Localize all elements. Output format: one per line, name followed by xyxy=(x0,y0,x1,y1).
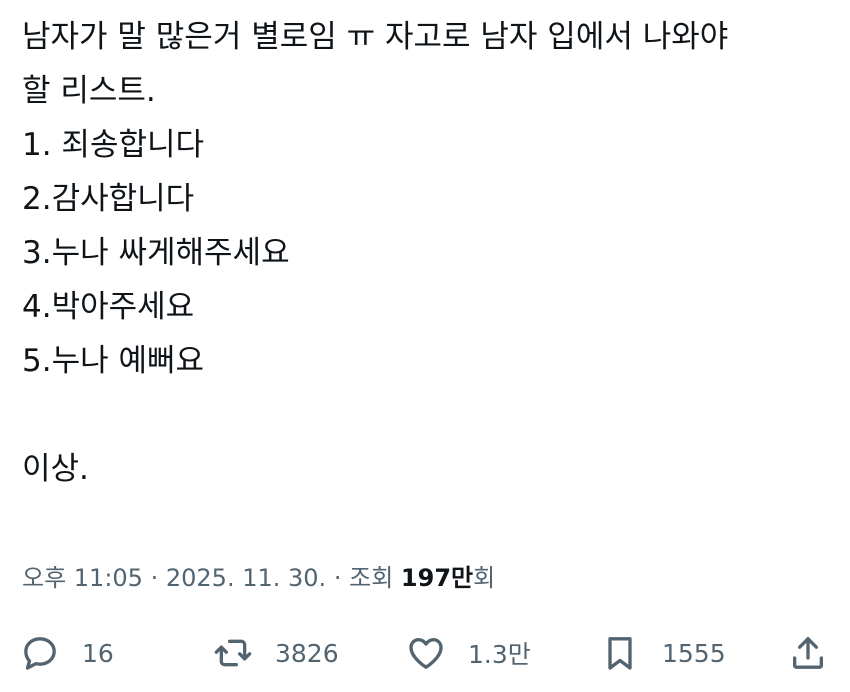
share-button[interactable] xyxy=(788,626,828,680)
tweet-line: 이상. xyxy=(22,451,89,487)
heart-icon xyxy=(406,633,446,673)
bookmark-button[interactable]: 1555 xyxy=(600,626,726,680)
tweet-line: 5.누나 예뻐요 xyxy=(22,343,205,379)
views-count: 197만 xyxy=(400,564,474,592)
bookmark-icon xyxy=(600,633,640,673)
reply-button[interactable]: 16 xyxy=(20,626,114,680)
meta-separator: · xyxy=(150,564,159,592)
tweet-line: 2.감사합니다 xyxy=(22,181,195,217)
tweet-line: 남자가 말 많은거 별로임 ㅠ 자고로 남자 입에서 나와야 xyxy=(22,19,729,55)
reply-count: 16 xyxy=(82,638,114,668)
retweet-count: 3826 xyxy=(275,638,339,668)
views-label: 조회 xyxy=(349,564,394,592)
tweet-line: 3.누나 싸게해주세요 xyxy=(22,235,290,271)
meta-separator: · xyxy=(333,564,342,592)
bookmark-count: 1555 xyxy=(662,638,726,668)
views-suffix: 회 xyxy=(473,564,496,592)
retweet-icon xyxy=(213,633,253,673)
tweet-meta: 오후 11:05 · 2025. 11. 30. · 조회 197만회 xyxy=(22,558,495,598)
like-button[interactable]: 1.3만 xyxy=(406,626,531,680)
share-icon xyxy=(788,633,828,673)
tweet-line: 4.박아주세요 xyxy=(22,289,195,325)
like-count: 1.3만 xyxy=(468,640,531,669)
tweet-actions: 16 3826 1.3만 1555 xyxy=(0,626,850,680)
tweet-time[interactable]: 오후 11:05 xyxy=(22,564,143,592)
tweet-line: 1. 죄송합니다 xyxy=(22,127,205,163)
tweet-date[interactable]: 2025. 11. 30. xyxy=(166,564,326,592)
reply-icon xyxy=(20,633,60,673)
retweet-button[interactable]: 3826 xyxy=(213,626,339,680)
tweet-text: 남자가 말 많은거 별로임 ㅠ 자고로 남자 입에서 나와야 할 리스트. 1.… xyxy=(22,10,822,496)
tweet-line: 할 리스트. xyxy=(22,73,156,109)
